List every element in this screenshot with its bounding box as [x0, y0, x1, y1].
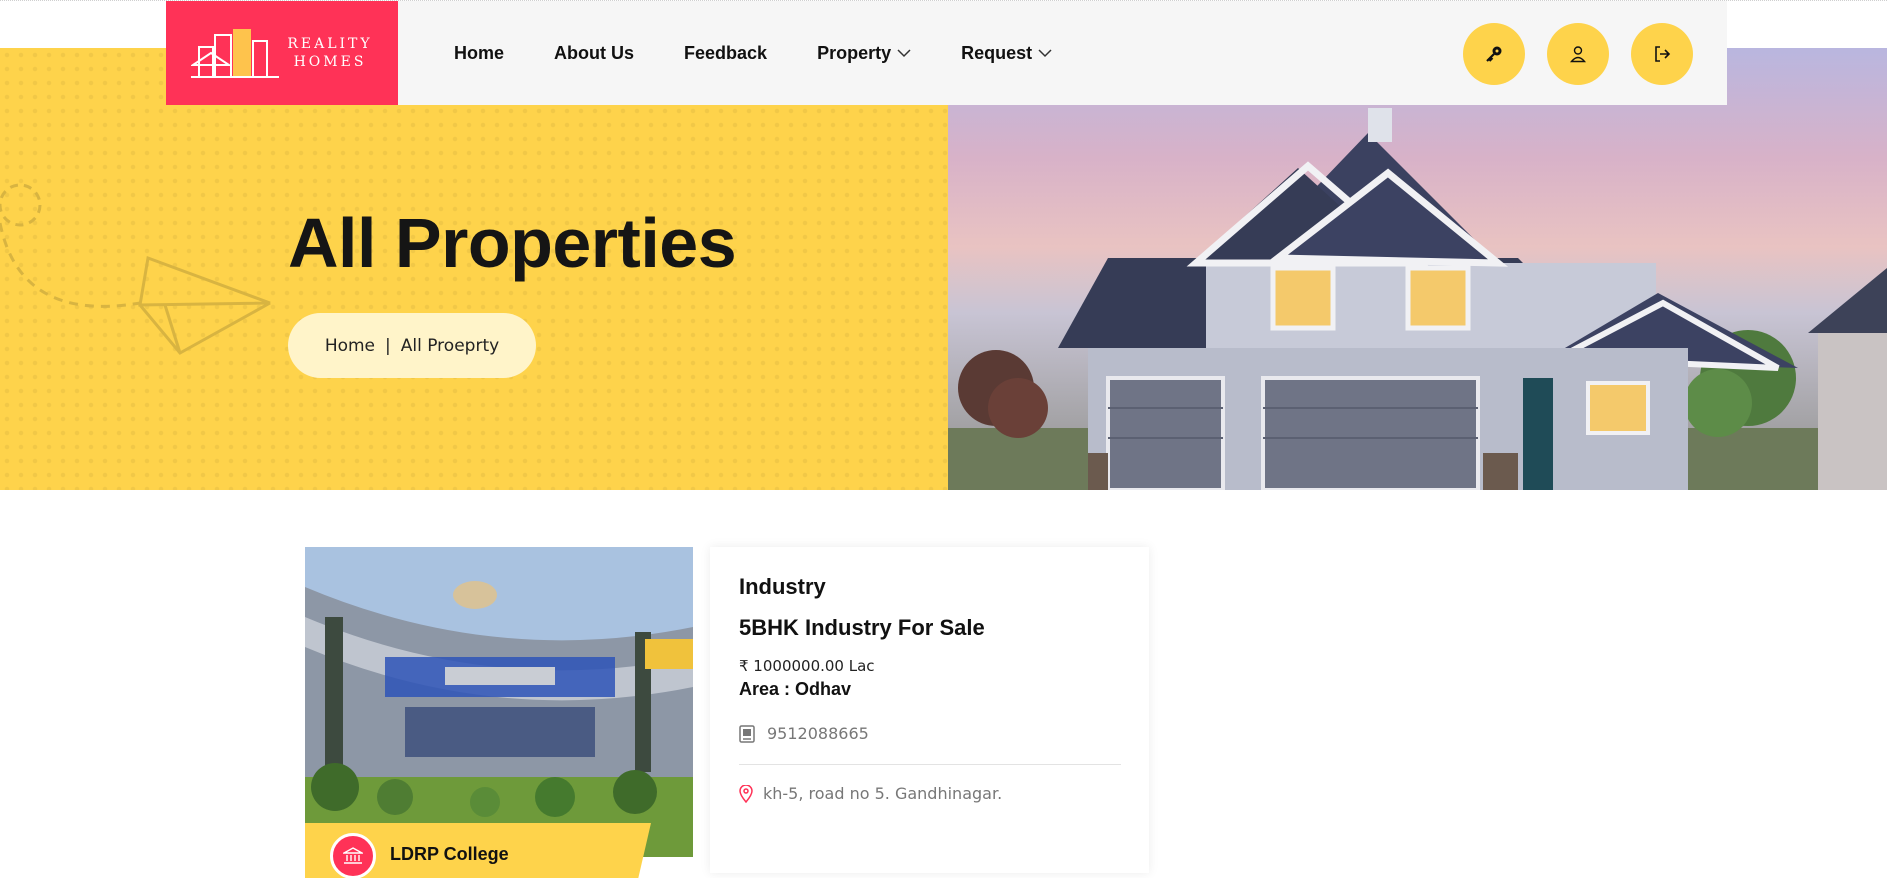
property-phone: 9512088665 [767, 724, 869, 743]
user-icon [1570, 46, 1586, 63]
key-icon [1486, 46, 1502, 62]
bank-building-icon [343, 847, 363, 864]
logout-icon [1655, 46, 1671, 62]
map-pin-icon [739, 784, 753, 803]
phone-book-icon [739, 724, 755, 743]
property-title[interactable]: 5BHK Industry For Sale [739, 615, 985, 641]
main-nav: Home About Us Feedback Property Request [454, 1, 1102, 105]
breadcrumb-separator: | [385, 335, 391, 356]
chevron-down-icon [897, 49, 911, 58]
user-profile-button[interactable] [1547, 23, 1609, 85]
college-building-illustration [305, 547, 693, 857]
property-tag-label: LDRP College [390, 844, 509, 864]
property-category: Industry [739, 574, 826, 599]
info-divider [739, 764, 1121, 765]
property-phone-row: 9512088665 [739, 724, 869, 743]
property-area: Area : Odhav [739, 679, 852, 699]
nav-feedback-label: Feedback [684, 42, 768, 63]
breadcrumb-current: All Proeprty [400, 335, 500, 356]
breadcrumb-home-link[interactable]: Home [325, 336, 375, 356]
property-price: ₹ 1000000.00 Lac [739, 657, 875, 675]
hero-house-image [948, 48, 1887, 490]
nav-home[interactable]: Home [454, 43, 504, 64]
logo-buildings-icon [191, 29, 280, 78]
nav-home-label: Home [454, 42, 505, 63]
chevron-down-icon [1038, 49, 1052, 58]
logo-line-2: HOMES [293, 54, 367, 70]
logo[interactable]: REALITY HOMES [166, 1, 398, 105]
nav-request-label: Request [961, 42, 1033, 63]
tag-icon-badge [330, 833, 376, 878]
login-key-button[interactable] [1463, 23, 1525, 85]
hero-banner: All Properties Home | All Proeprty [0, 48, 1887, 490]
property-image[interactable] [305, 547, 693, 857]
page-title: All Properties [288, 204, 737, 282]
hero-left-panel: All Properties Home | All Proeprty [0, 48, 948, 490]
property-info-card: Industry 5BHK Industry For Sale ₹ 100000… [710, 547, 1149, 873]
page: All Properties Home | All Proeprty REALI… [0, 0, 1887, 878]
logout-button[interactable] [1631, 23, 1693, 85]
paper-plane-icon [0, 183, 271, 355]
logo-text: REALITY HOMES [287, 35, 372, 71]
house-illustration [948, 108, 1887, 490]
nav-request[interactable]: Request [961, 43, 1052, 64]
nav-property[interactable]: Property [817, 43, 911, 64]
logo-line-1: REALITY [287, 36, 373, 52]
breadcrumb: Home | All Proeprty [288, 313, 536, 378]
property-address-row: kh-5, road no 5. Gandhinagar. [739, 784, 1002, 803]
property-address: kh-5, road no 5. Gandhinagar. [763, 784, 1003, 803]
nav-feedback[interactable]: Feedback [684, 43, 767, 64]
nav-about-us[interactable]: About Us [554, 43, 634, 64]
nav-property-label: Property [817, 42, 892, 63]
nav-about-us-label: About Us [554, 42, 635, 63]
site-header: REALITY HOMES Home About Us Feedback Pro… [166, 1, 1727, 105]
